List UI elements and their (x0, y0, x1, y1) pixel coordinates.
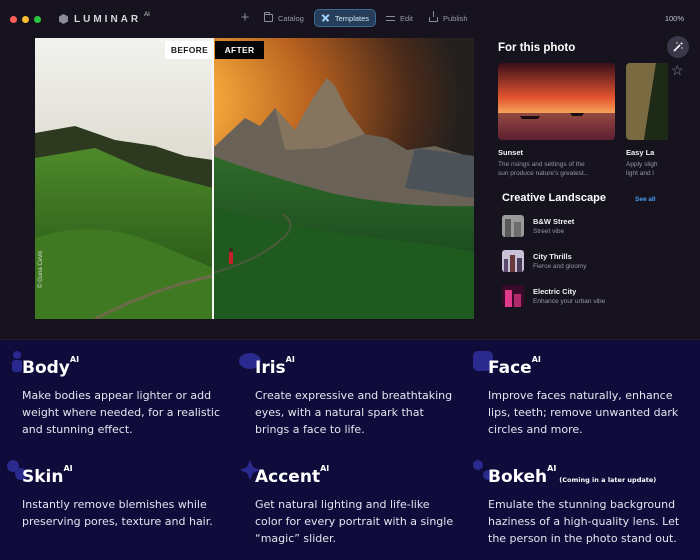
minimize-window-button[interactable] (22, 15, 29, 23)
template-list-name: City Thrills (533, 252, 572, 261)
feature-title: BodyAI (22, 355, 80, 378)
template-list-desc: Enhance your urban vibe (533, 298, 606, 305)
app-name-suffix: AI (144, 12, 150, 18)
template-list-item[interactable]: Electric City Enhance your urban vibe (502, 284, 652, 308)
feature-body: BodyAI Make bodies appear lighter or add… (12, 351, 222, 438)
templates-icon (321, 14, 330, 22)
app-window: LUMINAR AI + Catalog Templates Edit Publ… (0, 0, 700, 340)
tab-catalog-label: Catalog (278, 13, 304, 23)
publish-icon (428, 11, 438, 22)
add-icon[interactable]: + (238, 10, 252, 25)
app-brand: LUMINAR AI (59, 12, 150, 25)
template-list-thumbnail (502, 285, 524, 307)
title-bar: LUMINAR AI + Catalog Templates Edit Publ… (0, 0, 700, 38)
feature-description: Get natural lighting and life-like color… (255, 498, 454, 545)
before-after-photo[interactable]: BEFORE AFTER © Guna Cevik (35, 38, 474, 319)
tab-publish[interactable]: Publish (423, 9, 474, 27)
template-card-desc: The risings and settings of the sun prod… (498, 161, 590, 177)
feature-title: BokehAI(Coming in a later update) (488, 464, 657, 487)
template-card-sunset[interactable]: Sunset The risings and settings of the s… (498, 63, 615, 178)
template-card-name: Easy La (626, 148, 655, 157)
before-label: BEFORE (165, 41, 214, 59)
template-list-item[interactable]: B&W Street Street vibe (502, 214, 652, 238)
section-title: Creative Landscape (502, 192, 606, 204)
edit-icon (386, 14, 396, 22)
magic-wand-icon (673, 42, 683, 52)
tab-publish-label: Publish (442, 13, 468, 23)
tab-edit[interactable]: Edit (380, 9, 419, 27)
feature-title: IrisAI (255, 355, 295, 378)
template-card-name: Sunset (498, 148, 524, 157)
template-list-thumbnail (502, 215, 524, 237)
templates-panel: For this photo Sunset The risings and se… (498, 38, 668, 340)
feature-bokeh: BokehAI(Coming in a later update) Emulat… (473, 460, 688, 547)
tab-templates-label: Templates (334, 13, 370, 23)
feature-description: Emulate the stunning background haziness… (488, 498, 680, 545)
template-list-name: Electric City (533, 287, 577, 296)
feature-accent: AccentAI Get natural lighting and life-l… (240, 460, 455, 547)
app-name: LUMINAR (74, 13, 142, 25)
feature-title: SkinAI (22, 464, 73, 487)
feature-title: FaceAI (488, 355, 541, 378)
template-list-desc: Fierce and gloomy (533, 263, 587, 270)
favorite-star-icon[interactable]: ☆ (671, 62, 684, 79)
feature-note: (Coming in a later update) (559, 476, 657, 484)
top-nav: + Catalog Templates Edit Publish (238, 9, 474, 27)
template-card-desc: Apply sligh light and l (626, 161, 658, 177)
panel-title: For this photo (498, 42, 576, 54)
window-controls (10, 15, 41, 23)
comparison-slider-handle[interactable] (212, 38, 214, 319)
template-list-desc: Street vibe (533, 228, 565, 235)
feature-description: Instantly remove blemishes while preserv… (22, 498, 213, 528)
photo-credit: © Guna Cevik (38, 250, 44, 288)
feature-description: Improve faces naturally, enhance lips, t… (488, 389, 679, 436)
template-list-thumbnail (502, 250, 524, 272)
feature-skin: SkinAI Instantly remove blemishes while … (7, 460, 222, 530)
feature-face: FaceAI Improve faces naturally, enhance … (473, 351, 688, 438)
template-list-item[interactable]: City Thrills Fierce and gloomy (502, 249, 652, 273)
tab-edit-label: Edit (400, 13, 413, 23)
tab-templates[interactable]: Templates (313, 9, 377, 27)
see-all-link[interactable]: See all (635, 196, 656, 203)
feature-iris: IrisAI Create expressive and breathtakin… (239, 353, 455, 438)
feature-title: AccentAI (255, 464, 330, 487)
template-thumbnail (498, 63, 615, 140)
after-label: AFTER (215, 41, 264, 59)
template-list-name: B&W Street (533, 217, 575, 226)
close-window-button[interactable] (10, 15, 17, 23)
zoom-level[interactable]: 100% (665, 14, 684, 23)
tab-catalog[interactable]: Catalog (258, 9, 310, 27)
magic-wand-button[interactable] (667, 36, 689, 58)
folder-icon (264, 12, 273, 22)
template-card-easy-landscapes[interactable]: Easy La Apply sligh light and l (626, 63, 668, 178)
feature-description: Make bodies appear lighter or add weight… (22, 389, 221, 436)
maximize-window-button[interactable] (34, 15, 41, 23)
template-thumbnail (626, 63, 668, 140)
feature-description: Create expressive and breathtaking eyes,… (255, 389, 453, 436)
landscape-photo (35, 38, 474, 319)
luminar-logo-icon (59, 14, 68, 24)
